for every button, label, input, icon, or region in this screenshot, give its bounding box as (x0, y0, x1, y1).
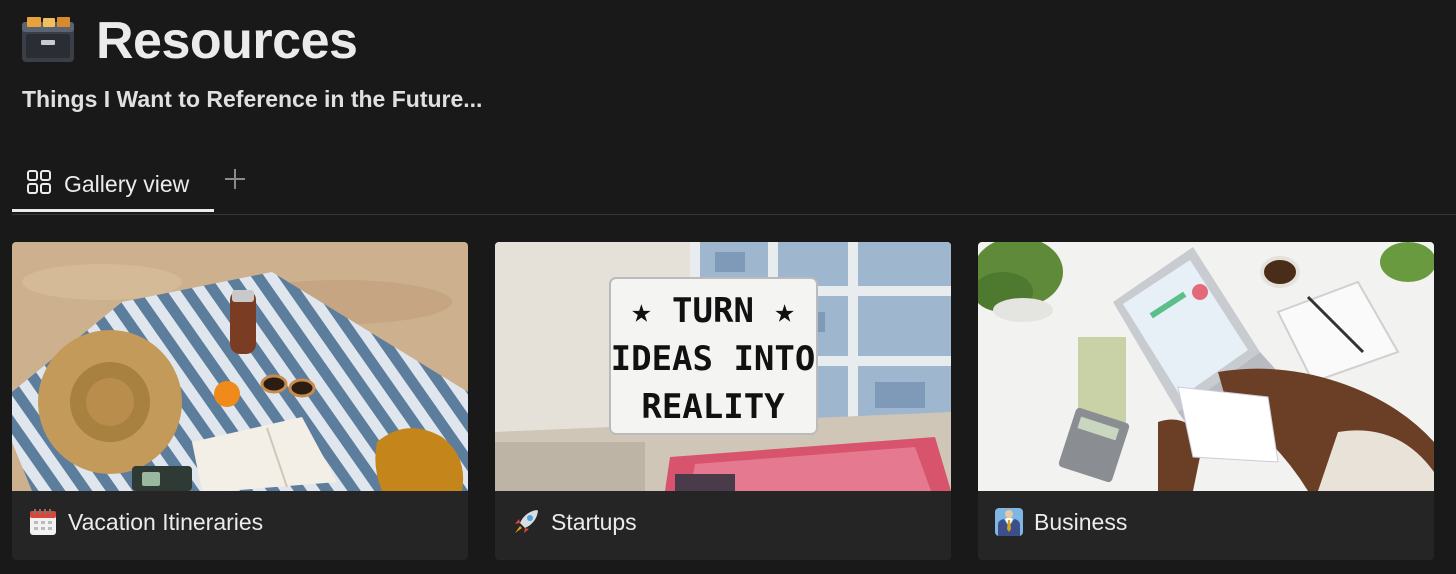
view-tabs: Gallery view (12, 160, 1456, 215)
lightbox-line-3: REALITY (641, 387, 785, 427)
page-description: Things I Want to Reference in the Future… (22, 86, 483, 112)
tab-gallery-view[interactable]: Gallery view (12, 160, 214, 212)
card-title: Vacation Itineraries (68, 508, 264, 535)
lightbox-line-2: IDEAS INTO (611, 339, 816, 379)
card-cover-image: ★ TURN ★ IDEAS INTO REALITY (495, 242, 951, 491)
plus-icon (225, 169, 245, 189)
card-title-row: Startups (511, 507, 637, 537)
gallery-card-vacation-itineraries[interactable]: Vacation Itineraries (12, 242, 468, 560)
card-file-box-icon[interactable] (18, 11, 78, 71)
page-title[interactable]: Resources (96, 8, 358, 74)
business-suit-icon (994, 507, 1024, 537)
page-header: Resources (18, 8, 358, 74)
gallery-grid-icon (26, 169, 52, 200)
card-title-row: Business (994, 507, 1127, 537)
lightbox-line-1: ★ TURN ★ (631, 291, 795, 331)
gallery-card-startups[interactable]: ★ TURN ★ IDEAS INTO REALITY Startups (495, 242, 951, 560)
notion-page: Resources Things I Want to Reference in … (0, 0, 1456, 574)
add-view-button[interactable] (222, 166, 248, 192)
card-cover-image (978, 242, 1434, 491)
card-title: Startups (551, 508, 637, 535)
card-cover-image (12, 242, 468, 491)
rocket-icon (511, 507, 541, 537)
card-title: Business (1034, 508, 1128, 535)
gallery-card-business[interactable]: Business (978, 242, 1434, 560)
calendar-icon (28, 507, 58, 537)
card-title-row: Vacation Itineraries (28, 507, 263, 537)
tab-label: Gallery view (64, 171, 190, 197)
